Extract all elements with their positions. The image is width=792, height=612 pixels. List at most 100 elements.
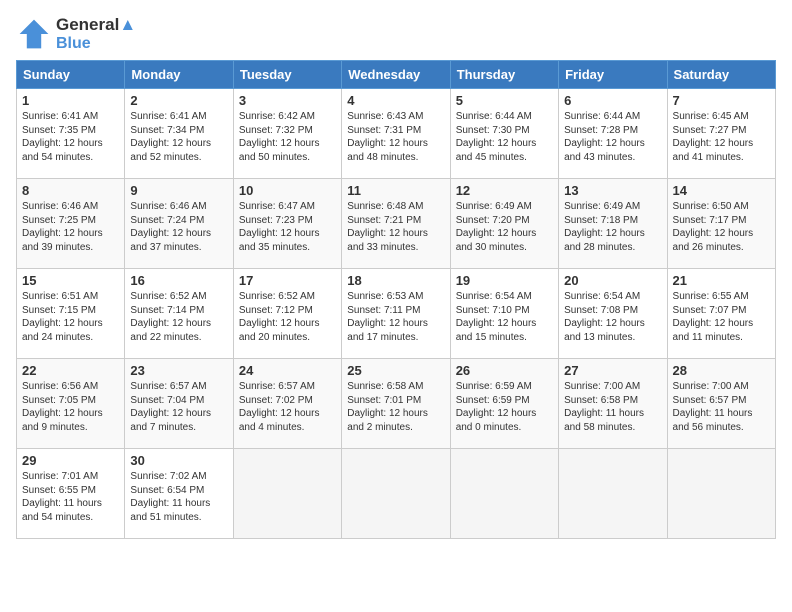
- calendar-day-cell: 6 Sunrise: 6:44 AM Sunset: 7:28 PM Dayli…: [559, 89, 667, 179]
- day-number: 24: [239, 363, 336, 378]
- calendar-day-cell: 3 Sunrise: 6:42 AM Sunset: 7:32 PM Dayli…: [233, 89, 341, 179]
- day-info: Sunrise: 6:57 AM Sunset: 7:02 PM Dayligh…: [239, 380, 336, 434]
- day-number: 20: [564, 273, 661, 288]
- day-info: Sunrise: 6:54 AM Sunset: 7:08 PM Dayligh…: [564, 290, 661, 344]
- calendar-day-cell: 10 Sunrise: 6:47 AM Sunset: 7:23 PM Dayl…: [233, 179, 341, 269]
- weekday-header: Tuesday: [233, 61, 341, 89]
- day-info: Sunrise: 7:00 AM Sunset: 6:58 PM Dayligh…: [564, 380, 661, 434]
- day-info: Sunrise: 6:51 AM Sunset: 7:15 PM Dayligh…: [22, 290, 119, 344]
- calendar-day-cell: 21 Sunrise: 6:55 AM Sunset: 7:07 PM Dayl…: [667, 269, 775, 359]
- day-info: Sunrise: 7:01 AM Sunset: 6:55 PM Dayligh…: [22, 470, 119, 524]
- calendar-day-cell: 30 Sunrise: 7:02 AM Sunset: 6:54 PM Dayl…: [125, 449, 233, 539]
- day-info: Sunrise: 6:59 AM Sunset: 6:59 PM Dayligh…: [456, 380, 553, 434]
- calendar-day-cell: 12 Sunrise: 6:49 AM Sunset: 7:20 PM Dayl…: [450, 179, 558, 269]
- day-info: Sunrise: 6:49 AM Sunset: 7:20 PM Dayligh…: [456, 200, 553, 254]
- calendar-day-cell: 20 Sunrise: 6:54 AM Sunset: 7:08 PM Dayl…: [559, 269, 667, 359]
- day-number: 10: [239, 183, 336, 198]
- calendar-day-cell: 9 Sunrise: 6:46 AM Sunset: 7:24 PM Dayli…: [125, 179, 233, 269]
- logo-icon: [16, 16, 52, 52]
- day-info: Sunrise: 6:52 AM Sunset: 7:14 PM Dayligh…: [130, 290, 227, 344]
- day-number: 5: [456, 93, 553, 108]
- calendar-day-cell: 11 Sunrise: 6:48 AM Sunset: 7:21 PM Dayl…: [342, 179, 450, 269]
- calendar-day-cell: 15 Sunrise: 6:51 AM Sunset: 7:15 PM Dayl…: [17, 269, 125, 359]
- calendar-day-cell: [559, 449, 667, 539]
- day-number: 6: [564, 93, 661, 108]
- calendar-week-row: 22 Sunrise: 6:56 AM Sunset: 7:05 PM Dayl…: [17, 359, 776, 449]
- day-info: Sunrise: 6:55 AM Sunset: 7:07 PM Dayligh…: [673, 290, 770, 344]
- page-header: General▲ Blue: [16, 16, 776, 52]
- calendar-day-cell: 26 Sunrise: 6:59 AM Sunset: 6:59 PM Dayl…: [450, 359, 558, 449]
- calendar-day-cell: 14 Sunrise: 6:50 AM Sunset: 7:17 PM Dayl…: [667, 179, 775, 269]
- day-info: Sunrise: 7:00 AM Sunset: 6:57 PM Dayligh…: [673, 380, 770, 434]
- day-info: Sunrise: 6:52 AM Sunset: 7:12 PM Dayligh…: [239, 290, 336, 344]
- day-number: 3: [239, 93, 336, 108]
- day-number: 14: [673, 183, 770, 198]
- day-info: Sunrise: 6:48 AM Sunset: 7:21 PM Dayligh…: [347, 200, 444, 254]
- day-number: 25: [347, 363, 444, 378]
- day-number: 27: [564, 363, 661, 378]
- calendar-week-row: 29 Sunrise: 7:01 AM Sunset: 6:55 PM Dayl…: [17, 449, 776, 539]
- calendar-day-cell: [233, 449, 341, 539]
- day-info: Sunrise: 6:49 AM Sunset: 7:18 PM Dayligh…: [564, 200, 661, 254]
- weekday-header-row: SundayMondayTuesdayWednesdayThursdayFrid…: [17, 61, 776, 89]
- day-number: 26: [456, 363, 553, 378]
- day-info: Sunrise: 6:46 AM Sunset: 7:24 PM Dayligh…: [130, 200, 227, 254]
- day-number: 1: [22, 93, 119, 108]
- day-number: 22: [22, 363, 119, 378]
- day-number: 18: [347, 273, 444, 288]
- weekday-header: Sunday: [17, 61, 125, 89]
- weekday-header: Thursday: [450, 61, 558, 89]
- day-number: 21: [673, 273, 770, 288]
- calendar-day-cell: 5 Sunrise: 6:44 AM Sunset: 7:30 PM Dayli…: [450, 89, 558, 179]
- calendar-day-cell: 1 Sunrise: 6:41 AM Sunset: 7:35 PM Dayli…: [17, 89, 125, 179]
- calendar-day-cell: 29 Sunrise: 7:01 AM Sunset: 6:55 PM Dayl…: [17, 449, 125, 539]
- calendar-day-cell: [667, 449, 775, 539]
- day-info: Sunrise: 6:56 AM Sunset: 7:05 PM Dayligh…: [22, 380, 119, 434]
- calendar-day-cell: 16 Sunrise: 6:52 AM Sunset: 7:14 PM Dayl…: [125, 269, 233, 359]
- day-info: Sunrise: 6:41 AM Sunset: 7:34 PM Dayligh…: [130, 110, 227, 164]
- day-number: 4: [347, 93, 444, 108]
- day-number: 8: [22, 183, 119, 198]
- day-info: Sunrise: 6:53 AM Sunset: 7:11 PM Dayligh…: [347, 290, 444, 344]
- calendar-day-cell: 2 Sunrise: 6:41 AM Sunset: 7:34 PM Dayli…: [125, 89, 233, 179]
- day-number: 28: [673, 363, 770, 378]
- day-number: 13: [564, 183, 661, 198]
- day-info: Sunrise: 6:44 AM Sunset: 7:30 PM Dayligh…: [456, 110, 553, 164]
- calendar-day-cell: 23 Sunrise: 6:57 AM Sunset: 7:04 PM Dayl…: [125, 359, 233, 449]
- calendar-day-cell: [342, 449, 450, 539]
- day-number: 12: [456, 183, 553, 198]
- day-info: Sunrise: 6:54 AM Sunset: 7:10 PM Dayligh…: [456, 290, 553, 344]
- day-info: Sunrise: 6:41 AM Sunset: 7:35 PM Dayligh…: [22, 110, 119, 164]
- day-number: 23: [130, 363, 227, 378]
- weekday-header: Monday: [125, 61, 233, 89]
- calendar-day-cell: 19 Sunrise: 6:54 AM Sunset: 7:10 PM Dayl…: [450, 269, 558, 359]
- calendar-week-row: 1 Sunrise: 6:41 AM Sunset: 7:35 PM Dayli…: [17, 89, 776, 179]
- logo-text: General▲ Blue: [56, 16, 136, 52]
- day-number: 19: [456, 273, 553, 288]
- calendar-day-cell: 13 Sunrise: 6:49 AM Sunset: 7:18 PM Dayl…: [559, 179, 667, 269]
- calendar-day-cell: 25 Sunrise: 6:58 AM Sunset: 7:01 PM Dayl…: [342, 359, 450, 449]
- calendar-week-row: 8 Sunrise: 6:46 AM Sunset: 7:25 PM Dayli…: [17, 179, 776, 269]
- calendar-day-cell: 27 Sunrise: 7:00 AM Sunset: 6:58 PM Dayl…: [559, 359, 667, 449]
- weekday-header: Friday: [559, 61, 667, 89]
- calendar-table: SundayMondayTuesdayWednesdayThursdayFrid…: [16, 60, 776, 539]
- weekday-header: Saturday: [667, 61, 775, 89]
- calendar-day-cell: 22 Sunrise: 6:56 AM Sunset: 7:05 PM Dayl…: [17, 359, 125, 449]
- day-number: 7: [673, 93, 770, 108]
- day-number: 17: [239, 273, 336, 288]
- day-info: Sunrise: 6:42 AM Sunset: 7:32 PM Dayligh…: [239, 110, 336, 164]
- day-info: Sunrise: 6:50 AM Sunset: 7:17 PM Dayligh…: [673, 200, 770, 254]
- day-number: 29: [22, 453, 119, 468]
- day-number: 30: [130, 453, 227, 468]
- calendar-day-cell: 17 Sunrise: 6:52 AM Sunset: 7:12 PM Dayl…: [233, 269, 341, 359]
- calendar-day-cell: 24 Sunrise: 6:57 AM Sunset: 7:02 PM Dayl…: [233, 359, 341, 449]
- day-number: 15: [22, 273, 119, 288]
- weekday-header: Wednesday: [342, 61, 450, 89]
- day-info: Sunrise: 6:46 AM Sunset: 7:25 PM Dayligh…: [22, 200, 119, 254]
- day-info: Sunrise: 6:44 AM Sunset: 7:28 PM Dayligh…: [564, 110, 661, 164]
- calendar-day-cell: [450, 449, 558, 539]
- calendar-day-cell: 18 Sunrise: 6:53 AM Sunset: 7:11 PM Dayl…: [342, 269, 450, 359]
- calendar-day-cell: 8 Sunrise: 6:46 AM Sunset: 7:25 PM Dayli…: [17, 179, 125, 269]
- day-info: Sunrise: 6:45 AM Sunset: 7:27 PM Dayligh…: [673, 110, 770, 164]
- calendar-day-cell: 7 Sunrise: 6:45 AM Sunset: 7:27 PM Dayli…: [667, 89, 775, 179]
